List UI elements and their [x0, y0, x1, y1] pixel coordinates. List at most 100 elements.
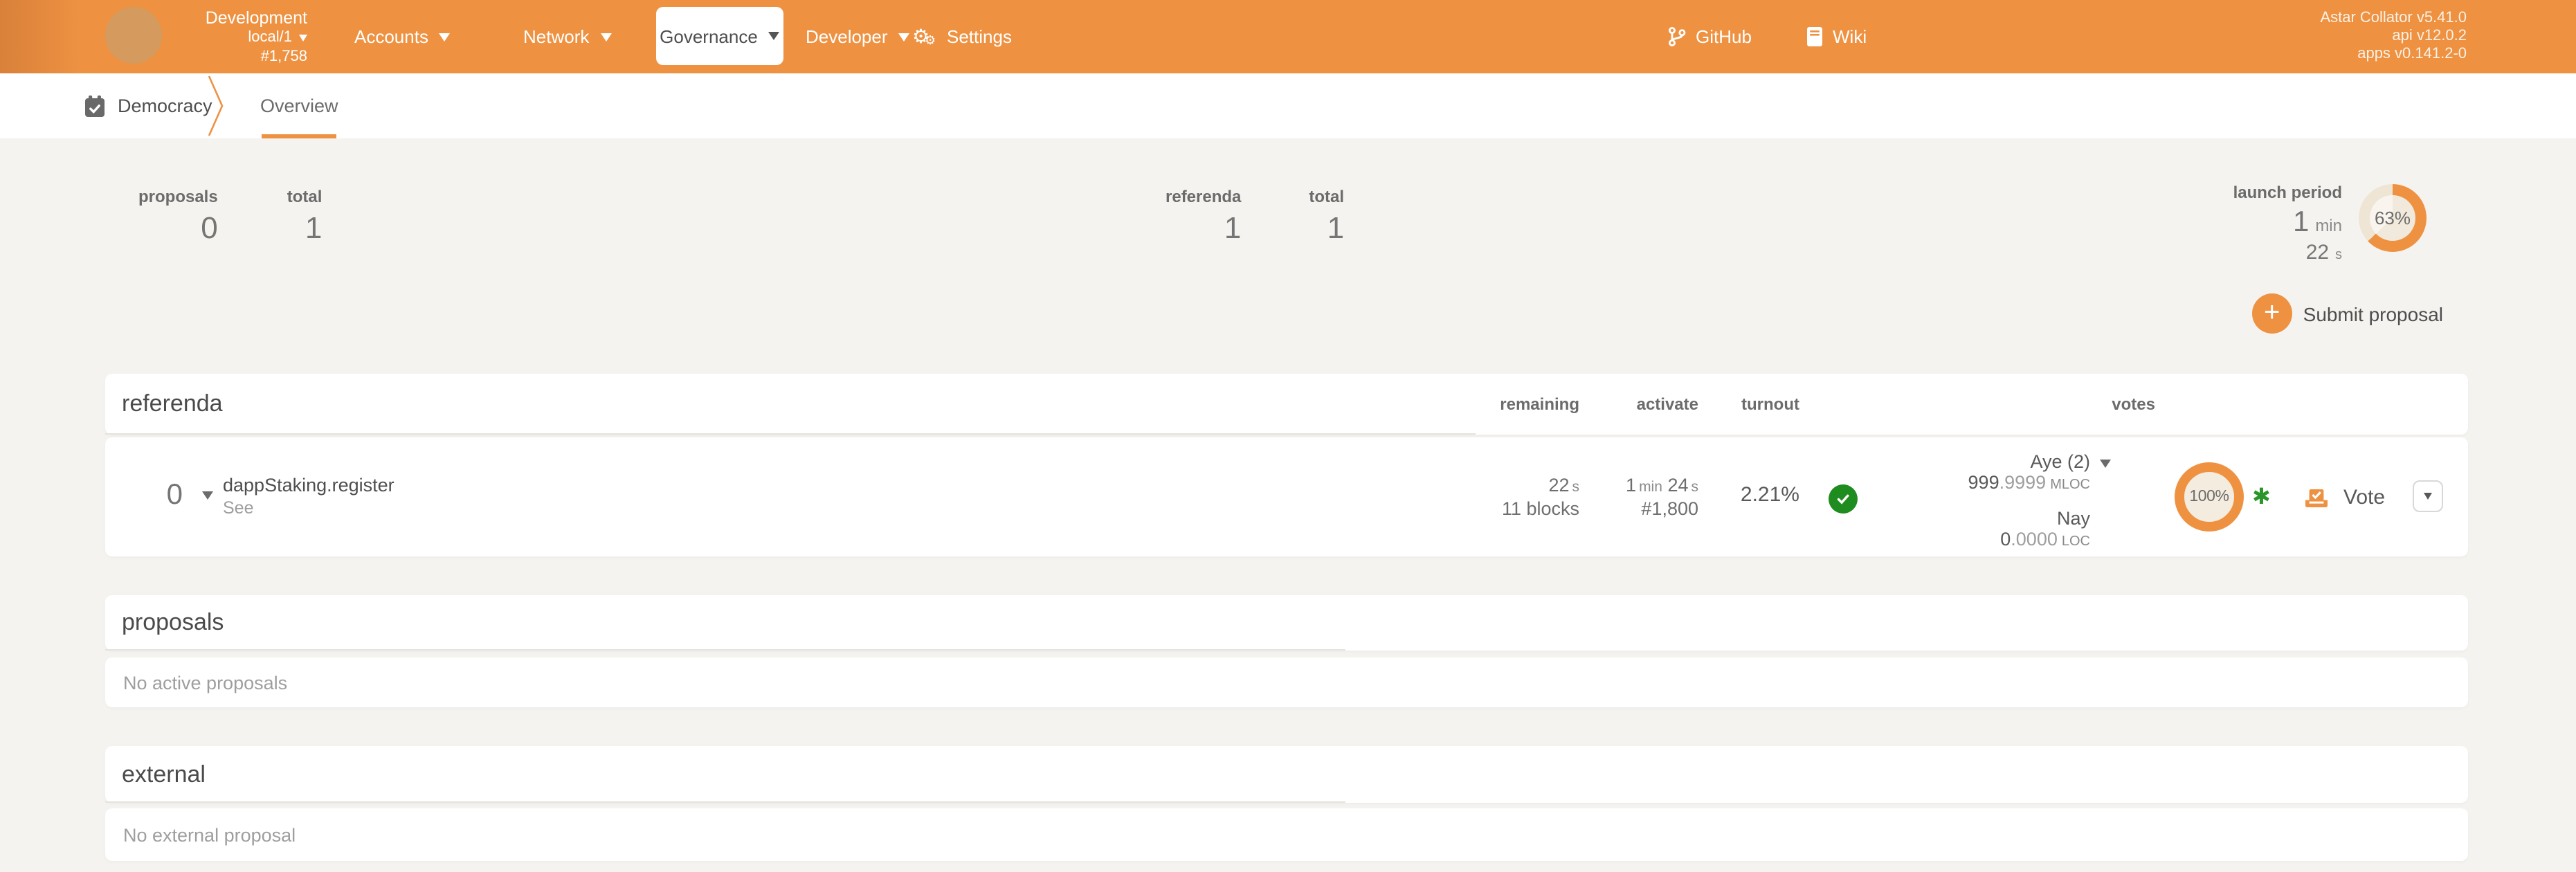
- nay-amount: 0.0000LOC: [1968, 529, 2090, 552]
- referenda-summary: referenda 1 total 1: [1165, 188, 1344, 245]
- nav-accounts[interactable]: Accounts: [354, 0, 451, 73]
- proposals-summary: proposals 0 total 1: [138, 188, 322, 245]
- network-endpoint-label: local/1: [248, 29, 292, 47]
- nav-governance-label: Governance: [660, 26, 758, 46]
- proposal-name: dappStaking.register: [223, 475, 394, 497]
- app-window: Development local/1 #1,758 Accounts Netw…: [0, 0, 2576, 872]
- external-empty-card: No external proposal: [105, 808, 2468, 861]
- approval-percentage: 100%: [2189, 489, 2229, 505]
- launch-period-value: 1 min: [2293, 206, 2342, 239]
- passing-check-icon: [1829, 484, 1858, 514]
- tab-overview-label: Overview: [260, 96, 338, 116]
- version-info: Astar Collator v5.41.0 api v12.0.2 apps …: [2320, 10, 2467, 64]
- referenda-header-card: referenda remaining activate turnout vot…: [105, 374, 2468, 435]
- stat-referenda-total-label: total: [1309, 188, 1344, 206]
- column-activate: activate: [1637, 374, 1698, 435]
- activate-time: 1min 24s: [1626, 475, 1698, 498]
- network-endpoint[interactable]: local/1: [248, 29, 307, 47]
- wiki-label: Wiki: [1833, 26, 1867, 47]
- votes-expand-caret-icon[interactable]: [2100, 460, 2111, 468]
- chevron-down-icon: [299, 35, 307, 42]
- launch-period-minutes-unit: min: [2315, 216, 2342, 235]
- nav-developer-label: Developer: [806, 26, 888, 47]
- nav-network-label: Network: [523, 26, 589, 47]
- plus-icon: +: [2252, 293, 2292, 334]
- launch-period-seconds: 22: [2306, 241, 2329, 264]
- aye-amount: 999.9999MLOC: [1968, 472, 2090, 496]
- chevron-down-icon: [769, 32, 780, 40]
- approval-ring: 100%: [2175, 462, 2244, 532]
- nay-label: Nay: [1968, 508, 2090, 529]
- gears-icon: ⚙⚙: [912, 24, 938, 49]
- breadcrumb: Democracy: [84, 73, 212, 138]
- top-bar: Development local/1 #1,758 Accounts Netw…: [0, 0, 2576, 73]
- referenda-section-title: referenda: [122, 374, 223, 435]
- referendum-row: 0 dappStaking.register See 22s 11 blocks…: [105, 437, 2468, 556]
- proposals-section-title: proposals: [122, 595, 224, 651]
- chevron-down-icon: [439, 33, 451, 41]
- wiki-link[interactable]: Wiki: [1806, 0, 1867, 73]
- launch-donut-percentage: 63%: [2375, 208, 2411, 228]
- remaining-time: 22s: [1502, 475, 1579, 498]
- chevron-down-icon: [600, 33, 611, 41]
- proposal-cell: dappStaking.register See: [223, 475, 394, 519]
- ballot-box-icon[interactable]: [2305, 489, 2328, 508]
- network-logo[interactable]: [105, 7, 162, 64]
- network-name: Development: [206, 8, 307, 28]
- remaining-cell: 22s 11 blocks: [1502, 475, 1579, 520]
- column-votes: votes: [2112, 374, 2155, 435]
- voted-asterisk-icon: ✱: [2252, 487, 2271, 509]
- chevron-down-icon: [899, 33, 910, 41]
- column-remaining: remaining: [1500, 374, 1579, 435]
- nav-developer[interactable]: Developer: [806, 0, 910, 73]
- remaining-blocks: 11 blocks: [1502, 498, 1579, 520]
- nav-network[interactable]: Network: [523, 0, 611, 73]
- stat-referenda-total: total 1: [1309, 188, 1344, 245]
- expand-row-caret-icon[interactable]: [202, 491, 213, 500]
- node-version: Astar Collator v5.41.0: [2320, 10, 2467, 28]
- turnout-value: 2.21%: [1741, 483, 1799, 507]
- activate-cell: 1min 24s #1,800: [1626, 475, 1698, 520]
- see-link[interactable]: See: [223, 498, 394, 519]
- vote-dropdown-button[interactable]: [2413, 480, 2443, 512]
- submit-proposal-label: Submit proposal: [2303, 302, 2443, 325]
- launch-donut: 63%: [2359, 184, 2427, 252]
- votes-cell: Aye (2) 999.9999MLOC Nay 0.0000LOC: [1968, 451, 2090, 552]
- proposals-empty-card: No active proposals: [105, 657, 2468, 707]
- nav-accounts-label: Accounts: [354, 26, 428, 47]
- main-content: proposals 0 total 1 referenda 1 total 1 …: [0, 138, 2576, 872]
- network-selector[interactable]: Development local/1 #1,758: [163, 8, 307, 66]
- proposals-empty-text: No active proposals: [123, 657, 287, 707]
- breadcrumb-chevron-icon: [208, 75, 224, 137]
- launch-period-minutes: 1: [2293, 206, 2309, 238]
- github-link[interactable]: GitHub: [1668, 0, 1752, 73]
- stat-referenda: referenda 1: [1165, 188, 1241, 245]
- apps-version: apps v0.141.2-0: [2320, 46, 2467, 64]
- vote-button[interactable]: Vote: [2343, 486, 2385, 509]
- book-icon: [1806, 26, 1823, 47]
- launch-period-subvalue: 22 s: [2306, 241, 2342, 266]
- nav-settings[interactable]: ⚙⚙ Settings: [912, 0, 1012, 73]
- proposals-header-card: proposals: [105, 595, 2468, 651]
- aye-label: Aye (2): [1968, 451, 2090, 472]
- external-empty-text: No external proposal: [123, 808, 296, 861]
- nav-governance-active[interactable]: Governance: [656, 7, 783, 65]
- stat-referenda-label: referenda: [1165, 188, 1241, 206]
- tab-overview[interactable]: Overview: [260, 73, 338, 138]
- stat-referenda-total-value: 1: [1327, 212, 1345, 245]
- stat-referenda-value: 1: [1224, 212, 1242, 245]
- launch-period-label: launch period: [2233, 184, 2342, 202]
- code-branch-icon: [1668, 26, 1686, 47]
- activate-block: #1,800: [1626, 498, 1698, 520]
- launch-period-seconds-unit: s: [2335, 248, 2342, 263]
- page-title: Democracy: [118, 96, 212, 116]
- submit-proposal-button[interactable]: + Submit proposal: [2252, 293, 2443, 334]
- api-version: api v12.0.2: [2320, 28, 2467, 46]
- tab-bar: Democracy Overview: [0, 73, 2576, 138]
- external-header-card: external: [105, 746, 2468, 803]
- stat-proposals-total: total 1: [287, 188, 323, 245]
- launch-period-stat: launch period 1 min 22 s: [2233, 184, 2342, 266]
- chevron-down-icon: [2424, 493, 2432, 500]
- stat-proposals-value: 0: [201, 212, 218, 245]
- nav-settings-label: Settings: [947, 26, 1012, 47]
